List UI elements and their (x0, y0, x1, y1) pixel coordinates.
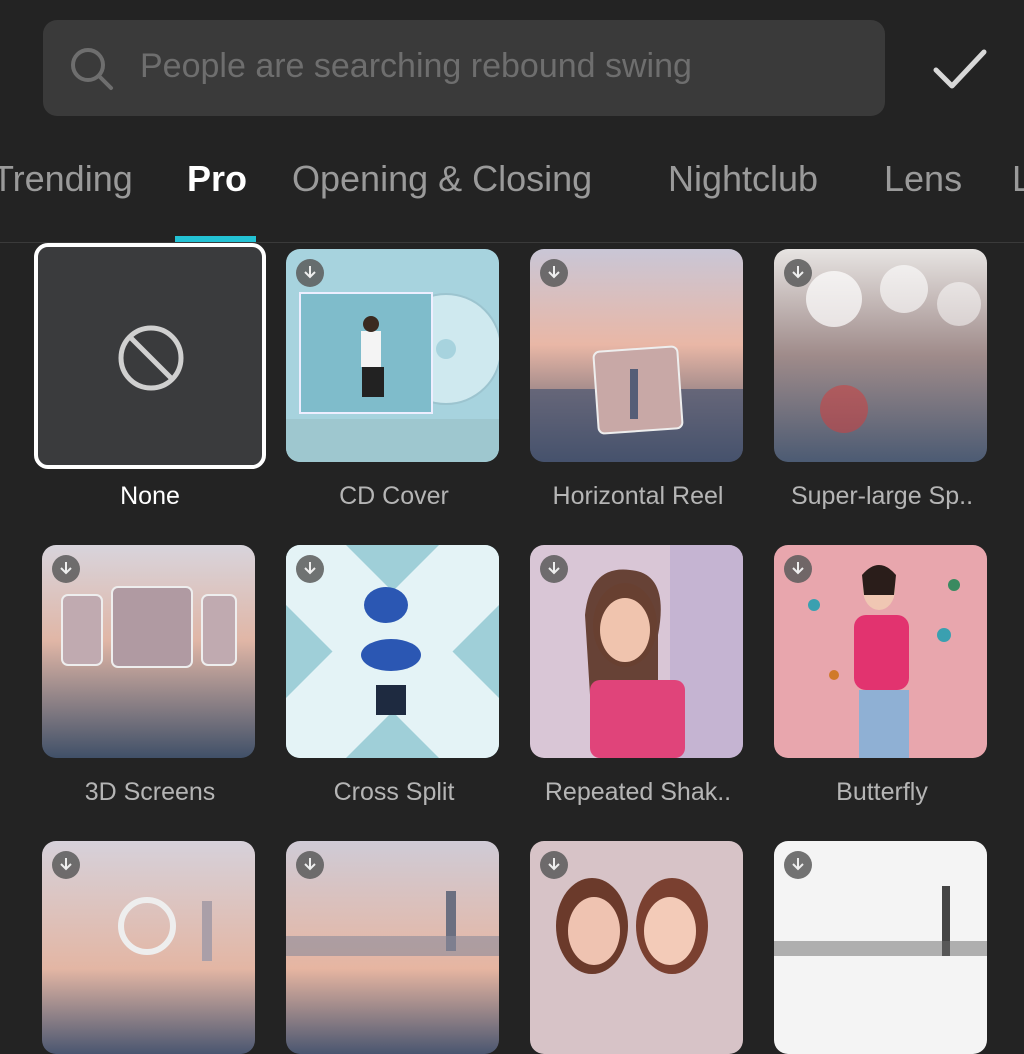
download-icon[interactable] (296, 555, 324, 583)
effect-tile-super-large[interactable] (774, 249, 987, 462)
effect-label-repeated-shake: Repeated Shak.. (544, 778, 732, 806)
effect-label-cd-cover: CD Cover (339, 482, 449, 510)
effect-tile-butterfly[interactable] (774, 545, 987, 758)
tab-opening-closing[interactable]: Opening & Closing (292, 158, 592, 200)
effect-tile-row3-2[interactable] (286, 841, 499, 1054)
effect-label-cross-split: Cross Split (333, 778, 455, 806)
download-icon[interactable] (784, 851, 812, 879)
effect-tile-row3-3[interactable] (530, 841, 743, 1054)
category-tabs: Trending Pro Opening & Closing Nightclub… (0, 130, 1024, 243)
tab-next[interactable]: L (1012, 158, 1024, 200)
download-icon[interactable] (784, 555, 812, 583)
effect-tile-cross-split[interactable] (286, 545, 499, 758)
search-icon (71, 48, 113, 90)
effect-tile-3d-screens[interactable] (42, 545, 255, 758)
search-input[interactable]: People are searching rebound swing (140, 47, 752, 86)
effect-tile-horizontal-reel[interactable] (530, 249, 743, 462)
effect-label-butterfly: Butterfly (836, 778, 928, 806)
download-icon[interactable] (296, 851, 324, 879)
download-icon[interactable] (784, 259, 812, 287)
tab-trending[interactable]: Trending (0, 158, 133, 200)
effect-tile-repeated-shake[interactable] (530, 545, 743, 758)
active-tab-indicator (175, 236, 256, 242)
no-effect-icon (118, 325, 184, 391)
download-icon[interactable] (540, 851, 568, 879)
effect-label-3d-screens: 3D Screens (84, 778, 216, 806)
search-bar[interactable]: People are searching rebound swing (43, 20, 885, 116)
download-icon[interactable] (296, 259, 324, 287)
download-icon[interactable] (540, 259, 568, 287)
tab-nightclub[interactable]: Nightclub (668, 158, 818, 200)
download-icon[interactable] (52, 851, 80, 879)
effect-tile-none[interactable] (34, 243, 266, 469)
checkmark-icon[interactable] (930, 44, 990, 94)
effect-label-none: None (120, 482, 180, 510)
effect-tile-row3-4[interactable] (774, 841, 987, 1054)
download-icon[interactable] (52, 555, 80, 583)
tab-lens[interactable]: Lens (884, 158, 962, 200)
effect-label-horizontal-reel: Horizontal Reel (552, 482, 724, 510)
effect-tile-cd-cover[interactable] (286, 249, 499, 462)
download-icon[interactable] (540, 555, 568, 583)
effect-tile-row3-1[interactable] (42, 841, 255, 1054)
effect-label-super-large: Super-large Sp.. (790, 482, 974, 510)
tab-pro[interactable]: Pro (187, 158, 247, 200)
